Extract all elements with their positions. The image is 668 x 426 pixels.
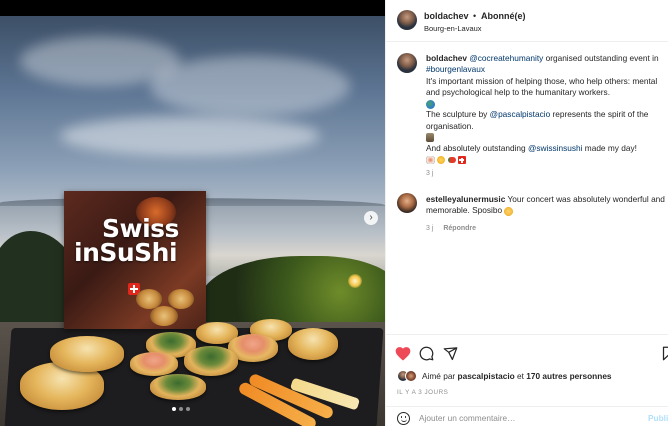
sushi-roll (288, 328, 338, 360)
bookmark-icon (662, 346, 668, 360)
carousel-dot (186, 407, 190, 411)
caption-segment: made my day! (582, 143, 637, 154)
cookbook: Swiss inSuShi (64, 191, 206, 329)
carousel-dot (179, 407, 183, 411)
post-details-panel: boldachev • Abonné(e) Bourg-en-Lavaux bo… (385, 0, 668, 426)
post-media[interactable]: Swiss inSuShi › (0, 0, 385, 426)
book-title: Swiss inSuShi (74, 216, 194, 267)
follow-status[interactable]: Abonné(e) (481, 11, 526, 21)
sushi-roll (150, 374, 206, 400)
liker-avatar (405, 370, 417, 382)
caption-username[interactable]: boldachev (426, 53, 467, 63)
comment-meta: 3 j Répondre (426, 225, 476, 232)
mention-link[interactable]: @cocreatehumanity (469, 53, 543, 63)
mention-link[interactable]: @swissinsushi (528, 143, 583, 153)
emoji-picker-icon[interactable] (397, 412, 410, 425)
commenter-username[interactable]: estelleyalunermusic (426, 194, 505, 204)
post-header: boldachev • Abonné(e) Bourg-en-Lavaux (386, 0, 668, 42)
caption-author-avatar[interactable] (397, 53, 417, 73)
sushi-roll (50, 336, 124, 372)
raised-hands-emoji-icon (504, 206, 514, 216)
caption-time[interactable]: 3 j (426, 170, 433, 177)
carousel-dot-active (172, 407, 176, 411)
sparkle-emoji-icon (437, 156, 446, 165)
commenter-avatar[interactable] (397, 193, 417, 213)
likes-summary: Aimé par pascalpistacio et 170 autres pe… (397, 369, 667, 383)
like-button[interactable] (395, 345, 411, 361)
comment-button[interactable] (418, 345, 434, 361)
share-button[interactable] (442, 345, 458, 361)
cloud (60, 116, 320, 156)
post-timestamp[interactable]: IL Y A 3 JOURS (397, 389, 448, 396)
book-plate (150, 306, 178, 326)
caption-segment: It's important mission of helping those,… (426, 75, 658, 97)
cloud (150, 56, 350, 116)
publish-button[interactable]: Publi (648, 413, 668, 423)
comment-bubble-icon (419, 346, 433, 360)
carousel-indicator (172, 407, 190, 411)
caption-segment: organised outstanding event in (543, 53, 659, 63)
hashtag-link[interactable]: #bourgenlavaux (426, 64, 485, 74)
book-title-line2: inSuShi (74, 237, 178, 267)
globe-emoji-icon (426, 99, 435, 109)
sushi-roll (130, 352, 178, 376)
heart-filled-icon (395, 346, 411, 360)
garden-lamp (348, 274, 362, 288)
next-slide-button[interactable]: › (364, 211, 378, 225)
comment-time[interactable]: 3 j (426, 225, 433, 232)
likes-middle: et (514, 371, 527, 381)
media-top-bar (0, 0, 385, 16)
liker-username[interactable]: pascalpistacio (458, 371, 515, 381)
post-location[interactable]: Bourg-en-Lavaux (424, 24, 482, 33)
reply-button[interactable]: Répondre (443, 225, 476, 232)
sushi-roll (184, 346, 238, 376)
caption-segment: The sculpture by (426, 109, 490, 120)
likes-prefix: Aimé par (422, 371, 458, 381)
likes-text: Aimé par pascalpistacio et 170 autres pe… (422, 371, 612, 381)
book-plate (168, 289, 194, 309)
mention-link[interactable]: @pascalpistacio (490, 109, 551, 119)
likes-count[interactable]: 170 autres personnes (526, 371, 611, 381)
swiss-flag-emoji-icon (457, 156, 466, 165)
caption-segment: And absolutely outstanding (426, 143, 528, 154)
add-comment-input[interactable] (419, 411, 619, 425)
post-actions (386, 334, 668, 368)
header-separator: • (473, 11, 477, 21)
sushi-emoji-icon (426, 156, 435, 165)
add-comment-bar: Publi (386, 406, 668, 426)
statue-emoji-icon (426, 133, 434, 143)
save-button[interactable] (660, 345, 668, 361)
chili-emoji-icon (447, 157, 456, 164)
comment-text: estelleyalunermusic Your concert was abs… (426, 194, 666, 217)
paper-plane-icon (443, 346, 457, 360)
author-username[interactable]: boldachev (424, 11, 469, 21)
caption-text: boldachev @cocreatehumanity organised ou… (426, 53, 666, 166)
author-avatar[interactable] (397, 10, 417, 30)
